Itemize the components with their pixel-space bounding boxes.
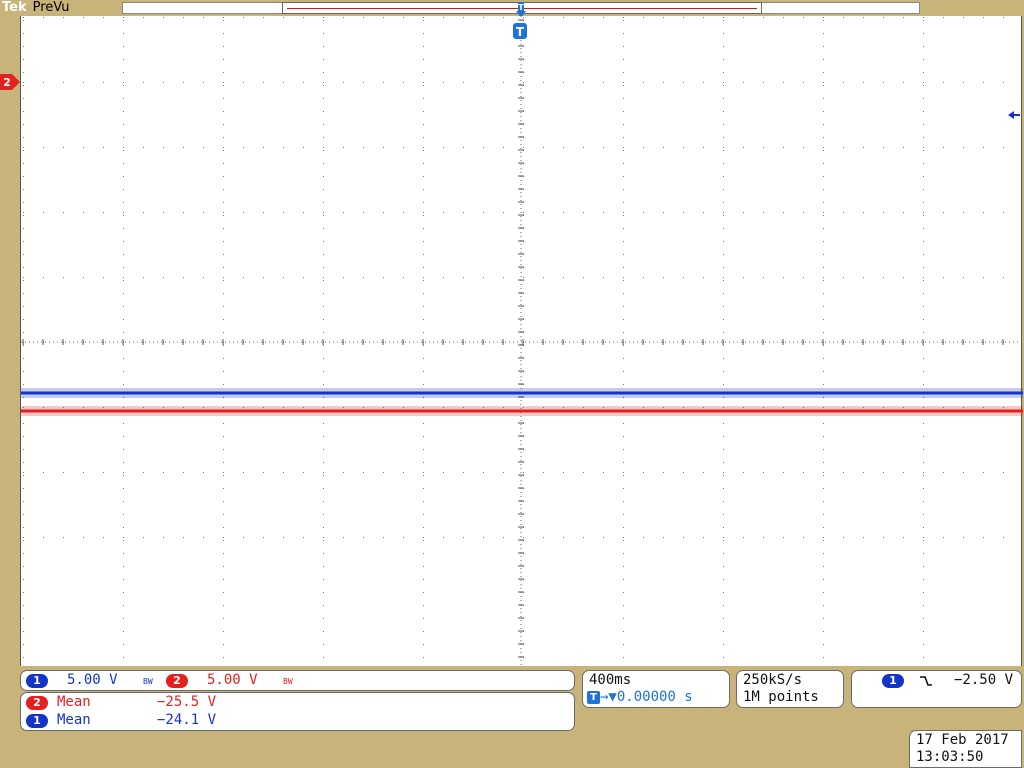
trigger-level[interactable]: −2.50 V [954, 672, 1013, 688]
measurement-2-value: −24.1 V [157, 712, 217, 728]
trigger-position-badge: T [587, 691, 600, 704]
measurement-1-badge: 2 [26, 696, 48, 710]
trigger-source-badge[interactable]: 1 [882, 674, 904, 688]
channel-2-scale[interactable]: 5.00 V [207, 672, 258, 688]
channel-scale-panel[interactable]: 1 5.00 V BW 2 5.00 V BW [20, 670, 575, 691]
sample-rate: 250kS/s [743, 672, 803, 688]
trigger-marker-label: T [516, 25, 525, 39]
svg-text:T: T [518, 3, 524, 12]
waveform-display[interactable] [20, 16, 1023, 666]
channel-2-ground-marker[interactable]: 2 [0, 74, 20, 90]
datetime-panel: 17 Feb 2017 13:03:50 [909, 730, 1022, 768]
measurement-1-value: −25.5 V [157, 694, 217, 710]
brand: Tek PreVu [2, 0, 70, 16]
horizontal-scale[interactable]: 400ms [589, 672, 631, 688]
channel-2-bandwidth-limit: BW [283, 677, 293, 686]
falling-edge-icon[interactable] [919, 675, 933, 687]
brand-logo: Tek [2, 0, 27, 15]
channel-2-marker-label: 2 [3, 76, 11, 89]
trigger-panel[interactable]: 1 −2.50 V [851, 670, 1022, 708]
time: 13:03:50 [916, 749, 984, 765]
channel-1-scale[interactable]: 5.00 V [67, 672, 118, 688]
measurement-2-label: Mean [57, 712, 91, 728]
record-length[interactable]: 1M points [743, 689, 819, 705]
horizontal-position[interactable]: →▼0.00000 s [600, 689, 693, 705]
channel-1-bandwidth-limit: BW [143, 677, 153, 686]
measurements-panel[interactable]: 2 Mean −25.5 V 1 Mean −24.1 V [20, 692, 575, 731]
timebase-panel[interactable]: 400ms T →▼0.00000 s [582, 670, 730, 708]
acquisition-mode: PreVu [32, 0, 70, 15]
channel-2-badge[interactable]: 2 [166, 674, 188, 688]
measurement-2-badge: 1 [26, 714, 48, 728]
measurement-1-label: Mean [57, 694, 91, 710]
top-bar: Tek PreVu T [0, 0, 1024, 18]
channel-1-badge[interactable]: 1 [26, 674, 48, 688]
trigger-level-marker[interactable] [1008, 108, 1022, 122]
graticule [21, 16, 1023, 666]
acquisition-panel[interactable]: 250kS/s 1M points [736, 670, 844, 708]
trigger-time-marker[interactable]: T [512, 22, 528, 40]
date: 17 Feb 2017 [916, 732, 1009, 748]
